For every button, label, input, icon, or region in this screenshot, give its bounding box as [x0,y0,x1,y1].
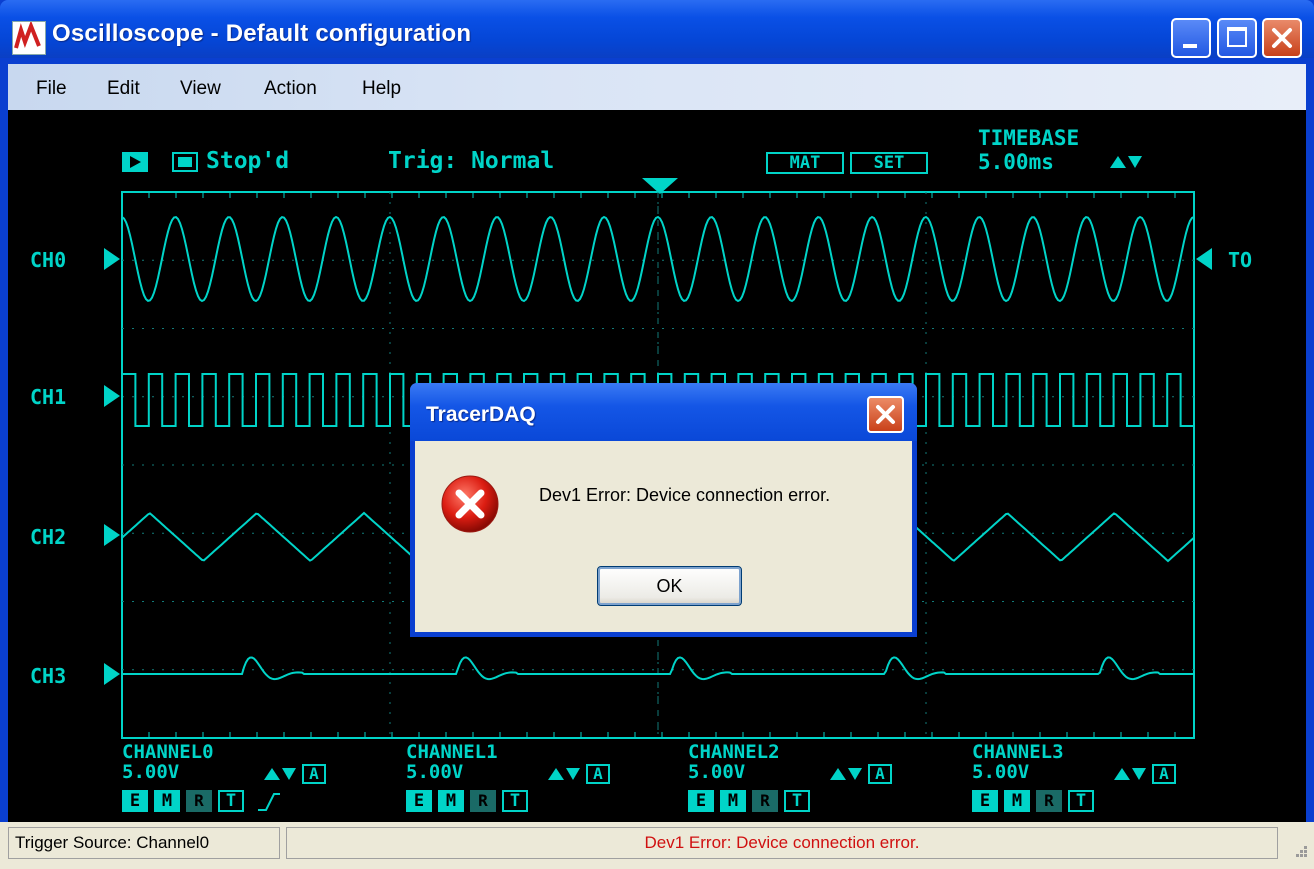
app-logo-icon [12,21,46,55]
dialog-title-bar[interactable]: TracerDAQ [410,383,917,441]
minimize-button[interactable] [1171,18,1211,58]
channel-flag-t[interactable]: T [784,790,810,812]
channel-flag-t[interactable]: T [218,790,244,812]
menu-help[interactable]: Help [362,78,401,100]
channel-flag-m[interactable]: M [720,790,746,812]
channel-flag-e[interactable]: E [688,790,714,812]
error-icon [441,475,499,533]
channel-flag-m[interactable]: M [154,790,180,812]
error-dialog: TracerDAQ Dev1 Error: Device connection … [410,383,917,637]
channel-volts: 5.00V [406,761,464,783]
volts-arrows-icon[interactable] [546,766,582,782]
status-message: Dev1 Error: Device connection error. [286,827,1278,859]
ch1-marker[interactable]: CH1 [30,385,66,409]
auto-scale-button[interactable]: A [868,764,892,784]
channel-name: CHANNEL2 [688,741,780,763]
menu-bar: File Edit View Action Help [8,64,1306,110]
maximize-button[interactable] [1217,18,1257,58]
channel-flag-r[interactable]: R [186,790,212,812]
close-icon [876,405,895,424]
close-icon [1272,28,1292,48]
dialog-title: TracerDAQ [426,403,536,426]
auto-scale-button[interactable]: A [302,764,326,784]
channel-panel-1: CHANNEL1 5.00V A E M R T [406,742,676,818]
close-button[interactable] [1262,18,1302,58]
channel-flag-e[interactable]: E [122,790,148,812]
channel-flag-m[interactable]: M [1004,790,1030,812]
auto-scale-button[interactable]: A [1152,764,1176,784]
volts-arrows-icon[interactable] [262,766,298,782]
maximize-icon [1227,27,1247,47]
trigger-slope-icon[interactable] [256,790,282,812]
trigger-source-status: Trigger Source: Channel0 [8,827,280,859]
window-title: Oscilloscope - Default configuration [52,20,472,47]
auto-scale-button[interactable]: A [586,764,610,784]
channel-flag-r[interactable]: R [752,790,778,812]
channel-volts: 5.00V [688,761,746,783]
menu-view[interactable]: View [180,78,221,100]
channel-flag-r[interactable]: R [1036,790,1062,812]
channel-flag-t[interactable]: T [502,790,528,812]
channel-panel-3: CHANNEL3 5.00V A E M R T [972,742,1242,818]
ch0-trace [121,215,1195,303]
channel-name: CHANNEL3 [972,741,1064,763]
channel-panel-0: CHANNEL0 5.00V A E M R T [122,742,392,818]
ch2-marker[interactable]: CH2 [30,525,66,549]
trigger-level-marker[interactable]: TO [1228,248,1252,272]
dialog-close-button[interactable] [867,396,904,433]
channel-panel-2: CHANNEL2 5.00V A E M R T [688,742,958,818]
oscilloscope-window: Oscilloscope - Default configuration Fil… [0,0,1314,869]
menu-edit[interactable]: Edit [107,78,140,100]
minimize-icon [1183,44,1197,48]
channel-name: CHANNEL1 [406,741,498,763]
menu-action[interactable]: Action [264,78,317,100]
title-bar[interactable]: Oscilloscope - Default configuration [0,0,1314,58]
dialog-body: Dev1 Error: Device connection error. OK [415,441,912,632]
ch3-marker[interactable]: CH3 [30,664,66,688]
ch0-marker[interactable]: CH0 [30,248,66,272]
resize-grip-icon[interactable] [1290,844,1308,862]
dialog-message: Dev1 Error: Device connection error. [539,485,831,505]
ok-button[interactable]: OK [597,566,742,606]
status-bar: Trigger Source: Channel0 Dev1 Error: Dev… [0,822,1314,869]
channel-name: CHANNEL0 [122,741,214,763]
channel-flag-t[interactable]: T [1068,790,1094,812]
channel-volts: 5.00V [122,761,180,783]
channel-flag-e[interactable]: E [406,790,432,812]
channel-flag-e[interactable]: E [972,790,998,812]
channel-flag-m[interactable]: M [438,790,464,812]
volts-arrows-icon[interactable] [828,766,864,782]
channel-flag-r[interactable]: R [470,790,496,812]
volts-arrows-icon[interactable] [1112,766,1148,782]
menu-file[interactable]: File [36,78,67,100]
channel-volts: 5.00V [972,761,1030,783]
